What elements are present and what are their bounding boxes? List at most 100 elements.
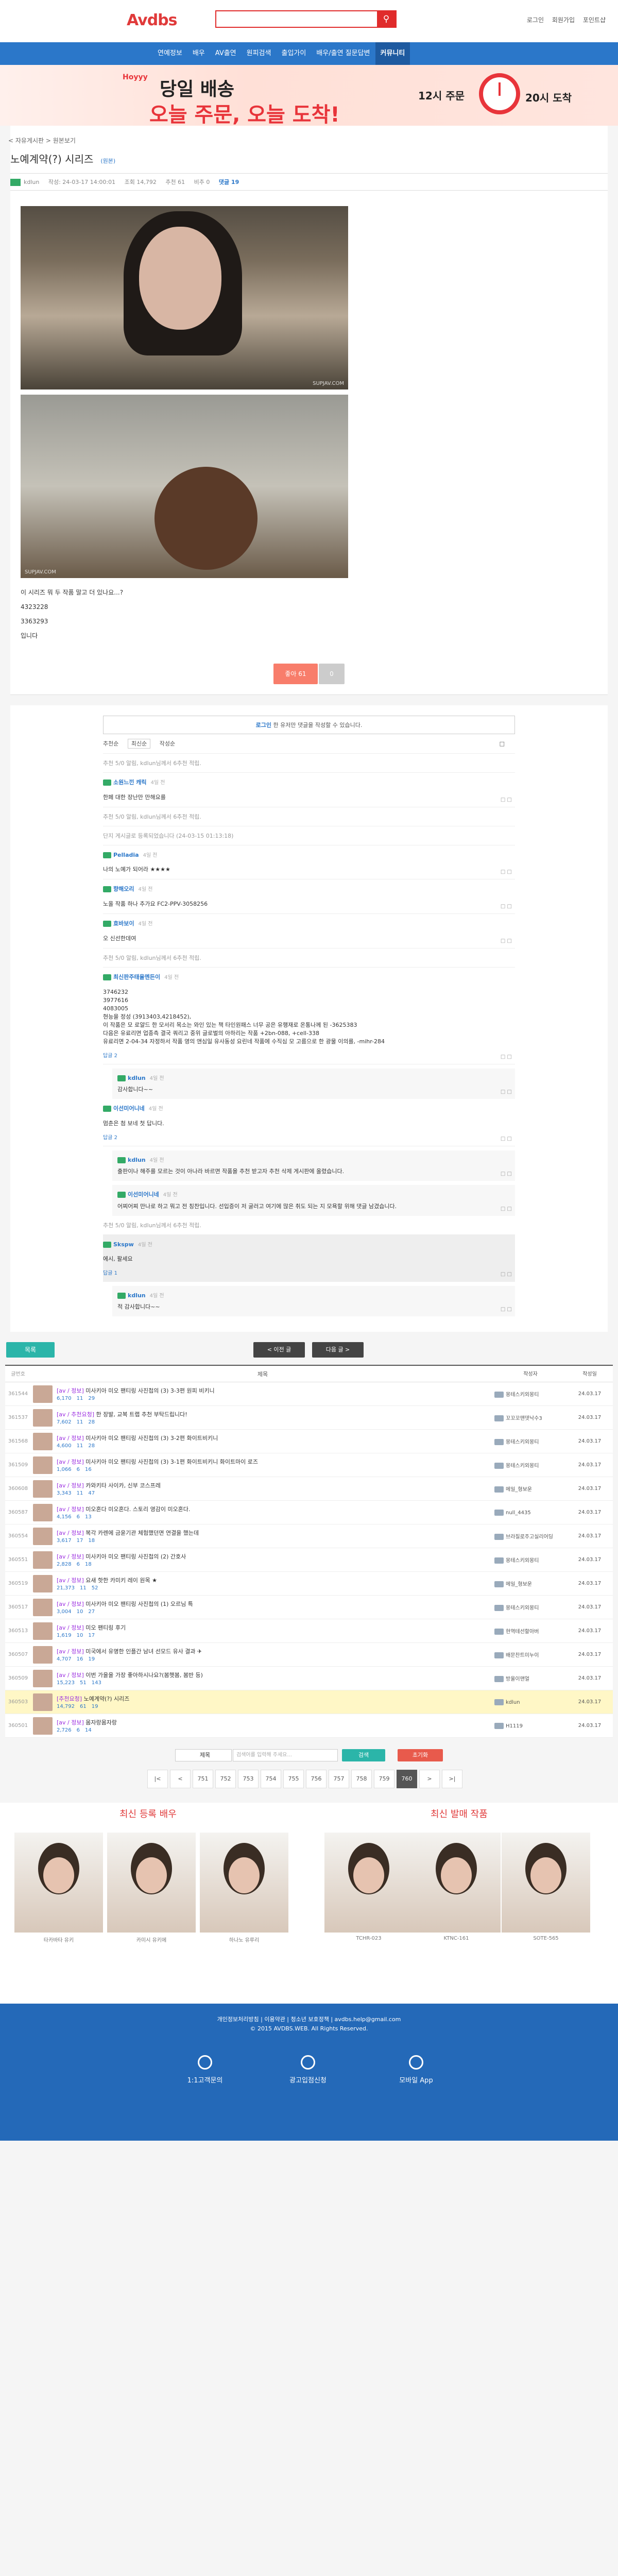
- row-subject[interactable]: [av / 정보] 몸자랑몸자랑 2,726 6 14: [31, 1714, 494, 1738]
- row-thumbnail[interactable]: [33, 1480, 53, 1498]
- comment-user[interactable]: 효바보이 4일 전: [103, 919, 515, 927]
- footer-links[interactable]: 개인정보처리방침 | 이용약관 | 청소년 보호정책 | avdbs.help@…: [0, 2015, 618, 2023]
- like-button[interactable]: 좋아 61: [273, 664, 318, 684]
- comment-actions-icon[interactable]: □ □: [501, 1089, 512, 1095]
- table-row[interactable]: 360513 [av / 정보] 미오 팬티링 후기 1,619 10 17 현역테선할아…: [5, 1619, 613, 1643]
- row-author[interactable]: 현역테선할아버: [494, 1627, 566, 1635]
- actor-card[interactable]: 타카바타 유키: [14, 1833, 103, 1943]
- row-subject[interactable]: [av / 정보] 미오 팬티링 후기 1,619 10 17: [31, 1619, 494, 1643]
- login-link[interactable]: 로그인: [527, 16, 544, 24]
- post-author[interactable]: kdlun: [24, 179, 39, 185]
- row-subject[interactable]: [av / 정보] 미국에서 유명한 인플간 남녀 선모드 유사 결과 ✈ 4,7…: [31, 1643, 494, 1667]
- row-title[interactable]: [av / 정보] 요새 핫한 카미키 레이 원목 ★: [57, 1576, 157, 1584]
- table-row[interactable]: 361544 [av / 정보] 미사키아 미오 팬티링 사진첩의 (3) 3-3…: [5, 1382, 613, 1406]
- sort-latest[interactable]: 최신순: [127, 739, 151, 749]
- search-field[interactable]: 검색어를 입력해 주세요...: [233, 1749, 338, 1761]
- row-author[interactable]: 몽테스키외몽티: [494, 1603, 566, 1611]
- row-subject[interactable]: [추천요청] 노예계약(?) 시리즈 14,792 61 19: [31, 1690, 494, 1714]
- row-subject[interactable]: [av / 정보] 이번 가을을 가장 좋아하시나요?(봄햇봄, 봄반 등) 15…: [31, 1667, 494, 1690]
- row-author[interactable]: 몽테스키외몽티: [494, 1437, 566, 1445]
- site-logo[interactable]: Avdbs: [127, 11, 178, 29]
- page-link[interactable]: 758: [351, 1770, 372, 1788]
- page-link[interactable]: >|: [442, 1770, 462, 1788]
- row-thumbnail[interactable]: [33, 1693, 53, 1711]
- breadcrumb[interactable]: < 자유게시판 > 원본보기: [8, 136, 608, 148]
- actor-card[interactable]: 하나노 유루리: [200, 1833, 288, 1943]
- next-post-button[interactable]: 다음 글 >: [312, 1342, 364, 1358]
- ad-inquiry-button[interactable]: 광고입점신청: [267, 2055, 349, 2084]
- table-row[interactable]: 360507 [av / 정보] 미국에서 유명한 인플간 남녀 선모드 유사 결…: [5, 1643, 613, 1667]
- row-thumbnail[interactable]: [33, 1622, 53, 1640]
- release-card[interactable]: KTNC-161: [412, 1833, 501, 1941]
- table-row[interactable]: 361568 [av / 정보] 미사키아 미오 팬티링 사진첩의 (3) 3-2…: [5, 1430, 613, 1453]
- pointshop-link[interactable]: 포인트샵: [583, 16, 606, 24]
- nav-item-guide[interactable]: 출입가이: [276, 42, 311, 65]
- table-row[interactable]: 360517 [av / 정보] 미사키아 미오 팬티링 사진첩의 (1) 오르님…: [5, 1596, 613, 1619]
- row-title[interactable]: [av / 정보] 미사키아 미오 팬티링 사진첩의 (1) 오르님 특: [57, 1600, 193, 1608]
- row-thumbnail[interactable]: [33, 1385, 53, 1403]
- table-row[interactable]: 360608 [av / 정보] 카와키타 사이카, 신부 코스프레 3,343 11…: [5, 1477, 613, 1501]
- comment-user[interactable]: Pelladia 4일 전: [103, 851, 515, 858]
- page-link[interactable]: >: [419, 1770, 440, 1788]
- refresh-icon[interactable]: □: [500, 734, 505, 754]
- reset-button[interactable]: 초기화: [398, 1749, 443, 1761]
- nav-item-actress[interactable]: 배우: [187, 42, 210, 65]
- row-author[interactable]: 꼬꼬꼬맨뎃낙수3: [494, 1414, 566, 1421]
- row-thumbnail[interactable]: [33, 1646, 53, 1664]
- row-author[interactable]: 배문찬트미누이: [494, 1651, 566, 1658]
- dislike-button[interactable]: 0: [319, 664, 345, 684]
- sort-written[interactable]: 작성순: [160, 740, 175, 747]
- row-author[interactable]: 브라질로주고실리어딩: [494, 1532, 566, 1540]
- row-title[interactable]: [av / 정보] 미오 팬티링 후기: [57, 1623, 126, 1632]
- search-icon[interactable]: ⚲: [377, 11, 396, 27]
- page-link[interactable]: 759: [374, 1770, 394, 1788]
- comment-actions-icon[interactable]: □ □: [501, 938, 512, 944]
- mobile-app-button[interactable]: 모바일 App: [375, 2055, 457, 2084]
- nav-item-qna[interactable]: 배우/출연 질문답변: [311, 42, 375, 65]
- nav-item-search[interactable]: 원피검색: [242, 42, 277, 65]
- row-title[interactable]: [av / 정보] 미사키아 미오 팬티링 사진첩의 (3) 3-1편 화이트비…: [57, 1458, 258, 1466]
- row-thumbnail[interactable]: [33, 1456, 53, 1474]
- table-row[interactable]: 360554 [av / 정보] 복각 카렌에 금윤기관 체험했던면 연결을 했는…: [5, 1524, 613, 1548]
- row-title[interactable]: [av / 정보] 미사키아 미오 팬티링 사진첩의 (2) 간호사: [57, 1552, 186, 1561]
- row-thumbnail[interactable]: [33, 1669, 53, 1687]
- comment-actions-icon[interactable]: □ □: [501, 904, 512, 909]
- page-link[interactable]: 756: [306, 1770, 327, 1788]
- comment-actions-icon[interactable]: □ □: [501, 1307, 512, 1312]
- support-button[interactable]: 1:1고객문의: [164, 2055, 246, 2084]
- row-thumbnail[interactable]: [33, 1503, 53, 1521]
- comment-user[interactable]: 이선미어니네 4일 전: [117, 1190, 510, 1198]
- sort-recommend[interactable]: 추천순: [103, 740, 118, 747]
- row-title[interactable]: [av / 정보] 몸자랑몸자랑: [57, 1718, 117, 1726]
- comment-actions-icon[interactable]: □ □: [501, 1272, 512, 1277]
- nav-item-community[interactable]: 커뮤니티: [375, 42, 410, 65]
- row-thumbnail[interactable]: [33, 1527, 53, 1545]
- row-title[interactable]: [추천요청] 노예계약(?) 시리즈: [57, 1694, 129, 1703]
- row-title[interactable]: [av / 정보] 미사키아 미오 팬티링 사진첩의 (3) 3-3편 원피 비…: [57, 1386, 215, 1395]
- comment-actions-icon[interactable]: □ □: [501, 1171, 512, 1177]
- row-author[interactable]: 방울이맨얼: [494, 1674, 566, 1682]
- reply-count[interactable]: 답글 2: [103, 1051, 515, 1059]
- nav-item-av[interactable]: AV출연: [210, 42, 242, 65]
- page-link[interactable]: 753: [238, 1770, 259, 1788]
- table-row[interactable]: 361509 [av / 정보] 미사키아 미오 팬티링 사진첩의 (3) 3-1…: [5, 1453, 613, 1477]
- page-link[interactable]: <: [170, 1770, 191, 1788]
- row-author[interactable]: 메일_형보운: [494, 1485, 566, 1493]
- signup-link[interactable]: 회원가입: [552, 16, 575, 24]
- row-subject[interactable]: [av / 정보] 미사키아 미오 팬티링 사진첩의 (1) 오르님 특 3,00…: [31, 1596, 494, 1619]
- comment-actions-icon[interactable]: □ □: [501, 869, 512, 875]
- page-link[interactable]: 751: [193, 1770, 213, 1788]
- login-notice[interactable]: 로그인 한 유저만 댓글을 작성할 수 있습니다.: [103, 716, 515, 734]
- table-row[interactable]: 360519 [av / 정보] 요새 핫한 카미키 레이 원목 ★ 21,373 1…: [5, 1572, 613, 1596]
- comment-user[interactable]: 향해오리 4일 전: [103, 885, 515, 893]
- row-author[interactable]: 몽테스키외몽티: [494, 1556, 566, 1564]
- comment-actions-icon[interactable]: □ □: [501, 797, 512, 803]
- row-author[interactable]: H1119: [494, 1722, 566, 1729]
- row-thumbnail[interactable]: [33, 1409, 53, 1427]
- comment-actions-icon[interactable]: □ □: [501, 1136, 512, 1142]
- comment-user[interactable]: kdlun 4일 전: [117, 1074, 510, 1081]
- ad-banner[interactable]: Hoyyy 당일 배송 오늘 주문, 오늘 도착! 12시 주문 20시 도착: [0, 65, 618, 126]
- row-subject[interactable]: [av / 정보] 카와키타 사이카, 신부 코스프레 3,343 11 47: [31, 1477, 494, 1501]
- row-subject[interactable]: [av / 정보] 복각 카렌에 금윤기관 체험했던면 연결을 했는데 3,617…: [31, 1524, 494, 1548]
- table-row[interactable]: 360509 [av / 정보] 이번 가을을 가장 좋아하시나요?(봄햇봄, 봄…: [5, 1667, 613, 1690]
